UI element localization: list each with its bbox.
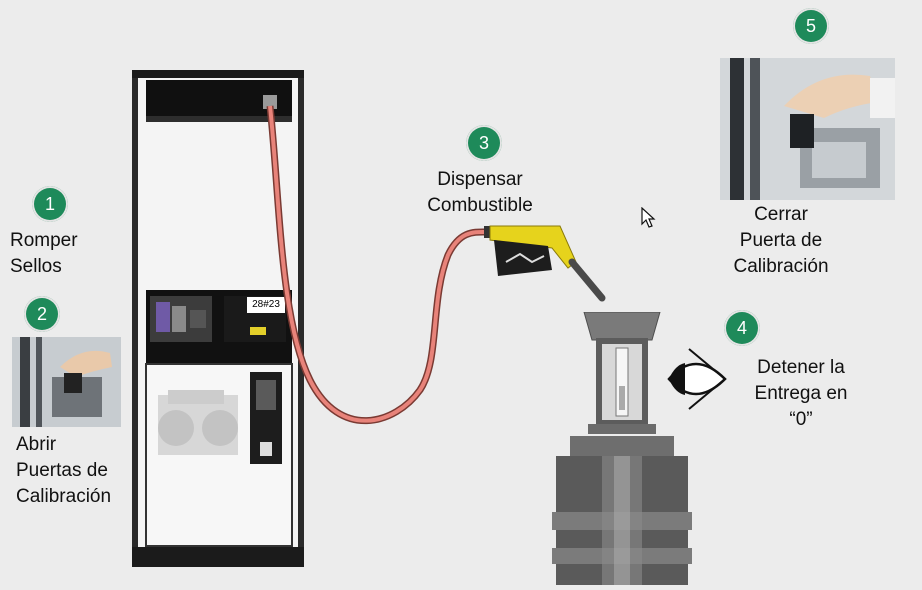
mouse-cursor-icon xyxy=(641,207,656,228)
step-5-label: Cerrar Puerta de Calibración xyxy=(706,202,856,280)
step-3-badge: 3 xyxy=(466,125,502,161)
step-3-label: Dispensar Combustible xyxy=(408,167,552,219)
step-2-badge: 2 xyxy=(24,296,60,332)
step-3-line-2: Combustible xyxy=(427,195,533,216)
step-5-line-1: Cerrar xyxy=(754,204,808,225)
step-2-line-3: Calibración xyxy=(16,486,112,507)
step-4-line-2: Entrega en xyxy=(754,383,848,404)
eye-icon xyxy=(667,348,727,410)
step-4-line-3: “0” xyxy=(789,409,813,430)
step-1-line-1: Romper xyxy=(10,230,78,251)
step-5-line-2: Puerta de xyxy=(739,230,823,251)
step-3-line-1: Dispensar xyxy=(437,169,523,190)
step-4-line-1: Detener la xyxy=(757,357,845,378)
step-2-line-1: Abrir xyxy=(16,434,57,455)
nozzle-icon xyxy=(484,225,606,302)
photo-open-door xyxy=(12,337,121,427)
step-4-badge: 4 xyxy=(724,310,760,346)
step-1-label: Romper Sellos xyxy=(10,228,78,280)
photo-close-door xyxy=(720,58,895,200)
step-5-badge: 5 xyxy=(793,8,829,44)
step-1-badge: 1 xyxy=(32,186,68,222)
step-1-line-2: Sellos xyxy=(10,256,62,277)
step-5-line-3: Calibración xyxy=(733,256,829,277)
step-2-label: Abrir Puertas de Calibración xyxy=(16,432,111,510)
step-2-line-2: Puertas de xyxy=(16,460,108,481)
step-4-label: Detener la Entrega en “0” xyxy=(735,355,867,433)
